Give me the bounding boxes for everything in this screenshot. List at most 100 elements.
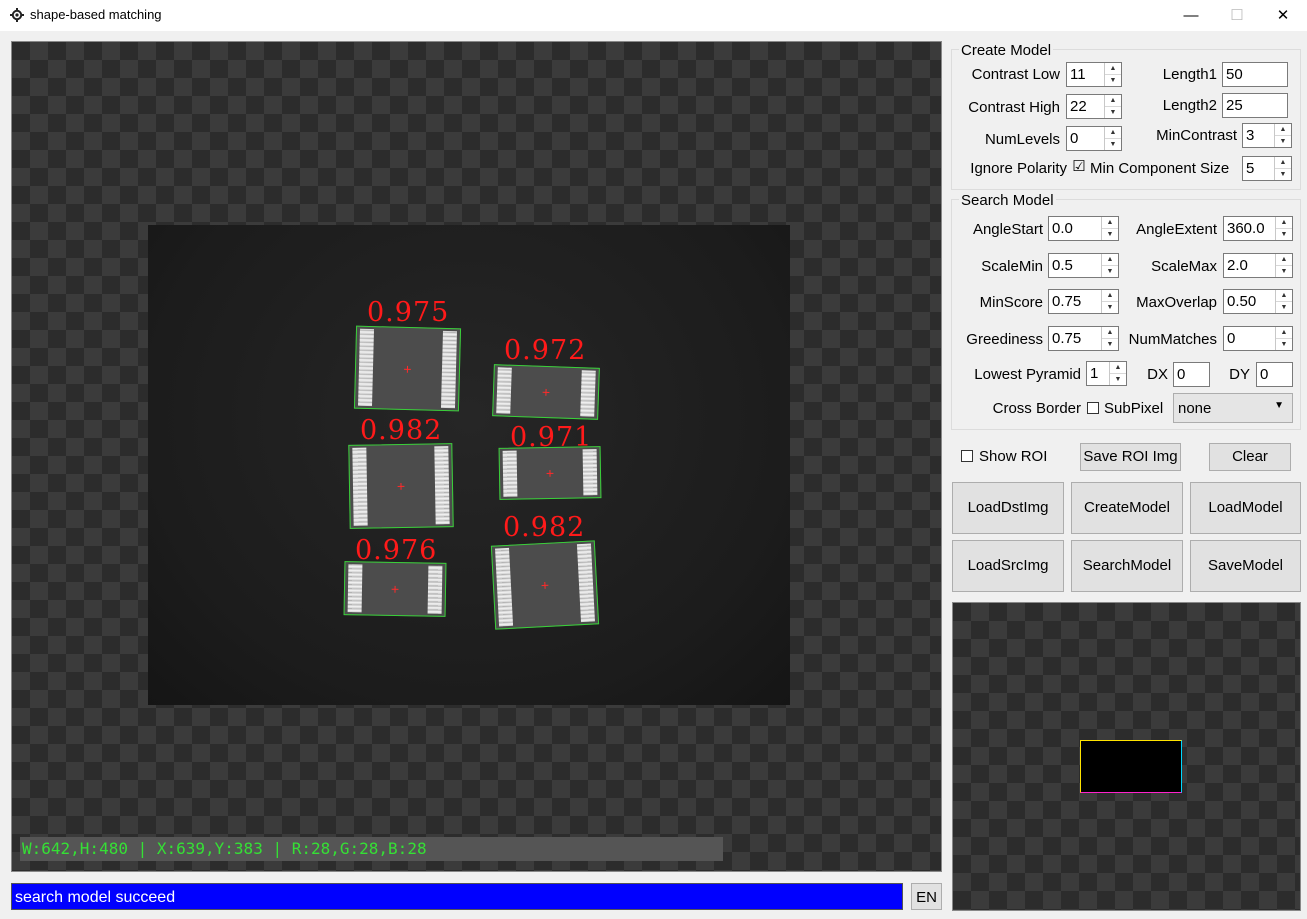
contrast-low-spinbox[interactable]: 11 ▲ ▼ bbox=[1066, 62, 1122, 87]
up-arrow-icon[interactable]: ▲ bbox=[1275, 157, 1291, 168]
show-roi-checkbox[interactable] bbox=[961, 450, 973, 462]
center-cross-icon: + bbox=[390, 580, 400, 598]
up-arrow-icon[interactable]: ▲ bbox=[1105, 127, 1121, 138]
load-dst-img-button[interactable]: LoadDstImg bbox=[952, 482, 1064, 534]
min-contrast-spinbox[interactable]: 3 ▲ ▼ bbox=[1242, 123, 1292, 148]
up-arrow-icon[interactable]: ▲ bbox=[1102, 254, 1118, 265]
up-arrow-icon[interactable]: ▲ bbox=[1102, 290, 1118, 301]
show-roi-label: Show ROI bbox=[979, 448, 1048, 465]
up-arrow-icon[interactable]: ▲ bbox=[1102, 217, 1118, 228]
up-arrow-icon[interactable]: ▲ bbox=[1276, 327, 1292, 338]
up-arrow-icon[interactable]: ▲ bbox=[1105, 63, 1121, 74]
length2-label: Length2 bbox=[1162, 97, 1217, 114]
scale-min-spinbox[interactable]: 0.5 ▲ ▼ bbox=[1048, 253, 1119, 278]
down-arrow-icon[interactable]: ▼ bbox=[1102, 301, 1118, 313]
down-arrow-icon[interactable]: ▼ bbox=[1276, 228, 1292, 240]
contrast-high-label: Contrast High bbox=[968, 99, 1060, 116]
min-score-label: MinScore bbox=[979, 294, 1043, 311]
up-arrow-icon[interactable]: ▲ bbox=[1276, 290, 1292, 301]
search-model-button[interactable]: SearchModel bbox=[1071, 540, 1183, 592]
maximize-button[interactable]: ☐ bbox=[1214, 0, 1260, 31]
length2-field[interactable]: 25 bbox=[1222, 93, 1288, 118]
down-arrow-icon[interactable]: ▼ bbox=[1105, 74, 1121, 86]
match-score: 0.982 bbox=[360, 415, 443, 446]
down-arrow-icon[interactable]: ▼ bbox=[1102, 265, 1118, 277]
match-score: 0.975 bbox=[367, 297, 450, 328]
cross-border-checkbox[interactable] bbox=[1087, 402, 1099, 414]
up-arrow-icon[interactable]: ▲ bbox=[1102, 327, 1118, 338]
create-model-button[interactable]: CreateModel bbox=[1071, 482, 1183, 534]
center-cross-icon: + bbox=[541, 383, 551, 401]
maximize-icon: ☐ bbox=[1230, 7, 1244, 24]
subpixel-dropdown[interactable]: none ▼ bbox=[1173, 393, 1293, 423]
center-cross-icon: + bbox=[540, 576, 550, 594]
up-arrow-icon[interactable]: ▲ bbox=[1276, 254, 1292, 265]
save-model-button[interactable]: SaveModel bbox=[1190, 540, 1301, 592]
match-score: 0.976 bbox=[355, 535, 438, 566]
subpixel-value: none bbox=[1178, 400, 1212, 417]
title-bar: shape-based matching — ☐ ✕ bbox=[0, 0, 1307, 31]
ignore-polarity-checkbox[interactable]: ☑ bbox=[1072, 159, 1086, 174]
down-arrow-icon[interactable]: ▼ bbox=[1275, 135, 1291, 147]
load-src-img-button[interactable]: LoadSrcImg bbox=[952, 540, 1064, 592]
down-arrow-icon[interactable]: ▼ bbox=[1275, 168, 1291, 180]
up-arrow-icon[interactable]: ▲ bbox=[1105, 95, 1121, 106]
max-overlap-label: MaxOverlap bbox=[1136, 294, 1217, 311]
num-matches-spinbox[interactable]: 0 ▲ ▼ bbox=[1223, 326, 1293, 351]
center-cross-icon: + bbox=[545, 464, 555, 482]
model-preview[interactable] bbox=[952, 602, 1301, 911]
minimize-icon: — bbox=[1183, 7, 1199, 24]
model-thumbnail bbox=[1080, 740, 1182, 793]
num-levels-label: NumLevels bbox=[984, 131, 1060, 148]
down-arrow-icon[interactable]: ▼ bbox=[1102, 338, 1118, 350]
dy-label: DY bbox=[1229, 366, 1250, 383]
save-roi-img-button[interactable]: Save ROI Img bbox=[1080, 443, 1181, 471]
ignore-polarity-label: Ignore Polarity bbox=[970, 160, 1067, 177]
up-arrow-icon[interactable]: ▲ bbox=[1110, 362, 1126, 373]
contrast-high-spinbox[interactable]: 22 ▲ ▼ bbox=[1066, 94, 1122, 119]
status-message: search model succeed bbox=[11, 883, 903, 910]
greediness-spinbox[interactable]: 0.75 ▲ ▼ bbox=[1048, 326, 1119, 351]
close-icon: ✕ bbox=[1276, 7, 1290, 24]
down-arrow-icon[interactable]: ▼ bbox=[1276, 265, 1292, 277]
lowest-pyramid-spinbox[interactable]: 1 ▲ ▼ bbox=[1086, 361, 1127, 386]
down-arrow-icon[interactable]: ▼ bbox=[1276, 301, 1292, 313]
angle-extent-spinbox[interactable]: 360.0 ▲ ▼ bbox=[1223, 216, 1293, 241]
language-button[interactable]: EN bbox=[911, 883, 942, 910]
match-score: 0.982 bbox=[503, 512, 586, 543]
minimize-button[interactable]: — bbox=[1168, 0, 1214, 31]
load-model-button[interactable]: LoadModel bbox=[1190, 482, 1301, 534]
down-arrow-icon[interactable]: ▼ bbox=[1276, 338, 1292, 350]
angle-start-spinbox[interactable]: 0.0 ▲ ▼ bbox=[1048, 216, 1119, 241]
up-arrow-icon[interactable]: ▲ bbox=[1276, 217, 1292, 228]
length1-field[interactable]: 50 bbox=[1222, 62, 1288, 87]
num-matches-label: NumMatches bbox=[1128, 331, 1217, 348]
max-overlap-spinbox[interactable]: 0.50 ▲ ▼ bbox=[1223, 289, 1293, 314]
num-levels-spinbox[interactable]: 0 ▲ ▼ bbox=[1066, 126, 1122, 151]
match-result: + bbox=[353, 325, 462, 412]
up-arrow-icon[interactable]: ▲ bbox=[1275, 124, 1291, 135]
down-arrow-icon[interactable]: ▼ bbox=[1105, 138, 1121, 150]
match-score: 0.971 bbox=[510, 422, 593, 453]
angle-start-label: AngleStart bbox=[972, 221, 1043, 238]
center-cross-icon: + bbox=[403, 360, 412, 377]
gear-icon bbox=[10, 8, 24, 22]
pixel-info-bar: W:642,H:480 | X:639,Y:383 | R:28,G:28,B:… bbox=[20, 837, 723, 861]
down-arrow-icon[interactable]: ▼ bbox=[1102, 228, 1118, 240]
scale-max-spinbox[interactable]: 2.0 ▲ ▼ bbox=[1223, 253, 1293, 278]
dy-field[interactable]: 0 bbox=[1256, 362, 1293, 387]
scale-max-label: ScaleMax bbox=[1151, 258, 1217, 275]
search-model-title: Search Model bbox=[959, 192, 1056, 209]
down-arrow-icon[interactable]: ▼ bbox=[1110, 373, 1126, 385]
close-button[interactable]: ✕ bbox=[1260, 0, 1306, 31]
clear-button[interactable]: Clear bbox=[1209, 443, 1291, 471]
min-score-spinbox[interactable]: 0.75 ▲ ▼ bbox=[1048, 289, 1119, 314]
chevron-down-icon: ▼ bbox=[1274, 400, 1284, 411]
down-arrow-icon[interactable]: ▼ bbox=[1105, 106, 1121, 118]
min-component-size-spinbox[interactable]: 5 ▲ ▼ bbox=[1242, 156, 1292, 181]
image-viewer[interactable]: + 0.975 + 0.972 + 0.982 + 0.971 + 0.976 … bbox=[11, 41, 942, 872]
min-component-size-label: Min Component Size bbox=[1090, 160, 1230, 177]
contrast-low-label: Contrast Low bbox=[971, 66, 1060, 83]
length1-label: Length1 bbox=[1162, 66, 1217, 83]
dx-field[interactable]: 0 bbox=[1173, 362, 1210, 387]
